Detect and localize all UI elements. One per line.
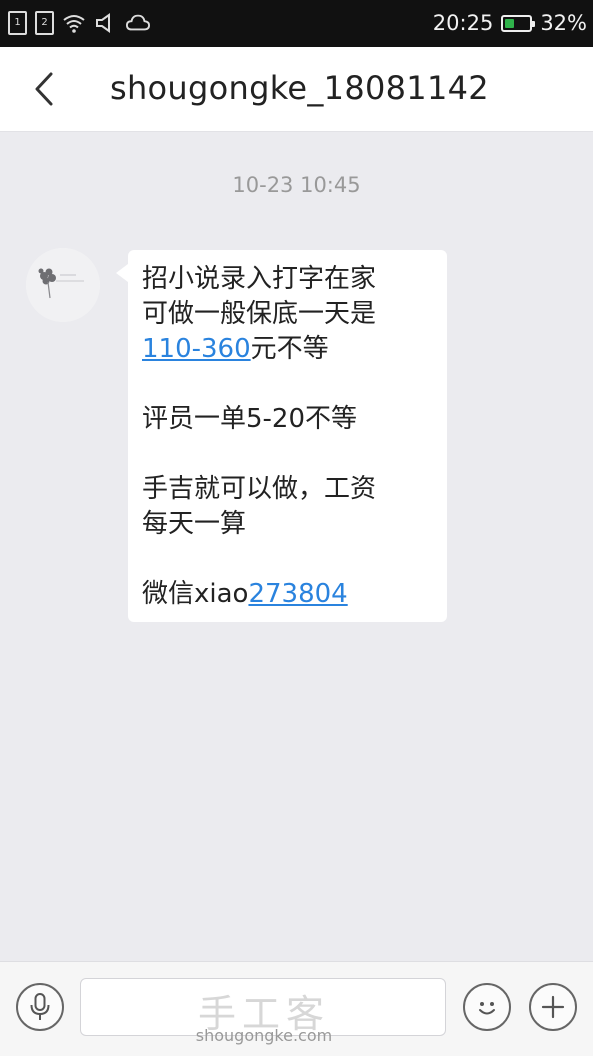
status-bar: 1 2 20:25 32%: [0, 0, 593, 47]
sim1-icon: 1: [8, 11, 27, 35]
status-left-icons: 1 2: [8, 10, 150, 36]
clock: 20:25: [432, 11, 494, 35]
battery-percent: 32%: [540, 11, 587, 35]
emoji-icon: [479, 1002, 495, 1015]
conversation-header: shougongke_18081142: [0, 47, 593, 132]
input-bar: 手工客 shougongke.com: [0, 961, 593, 1056]
battery-fill: [505, 18, 514, 28]
contact-title: shougongke_18081142: [110, 69, 489, 107]
avatar[interactable]: [26, 248, 100, 322]
message-line: 可做一般保底一天是: [142, 299, 377, 329]
emoji-button[interactable]: [463, 983, 511, 1031]
back-button[interactable]: [22, 67, 66, 111]
voice-button[interactable]: [16, 983, 64, 1031]
mute-icon: [94, 12, 118, 34]
message-line: 评员一单5-20不等: [142, 404, 358, 434]
message-text: 微信xiao: [142, 579, 249, 609]
sim2-icon: 2: [35, 11, 54, 35]
battery-icon: [501, 14, 536, 32]
watermark-logo: 手工客: [197, 992, 330, 1036]
message-bubble[interactable]: 招小说录入打字在家 可做一般保底一天是 110-360元不等 评员一单5-20不…: [116, 250, 447, 622]
microphone-icon: [30, 993, 50, 1020]
watermark-url: shougongke.com: [195, 1026, 333, 1045]
message-line: 每天一算: [142, 509, 247, 539]
cloud-icon: [126, 12, 150, 34]
add-attachment-button[interactable]: [529, 983, 577, 1031]
message-timestamp: 10-23 10:45: [232, 173, 361, 197]
status-right: 20:25 32%: [433, 8, 587, 38]
wifi-icon: [62, 12, 86, 34]
phone-number-link[interactable]: 110-360: [142, 334, 251, 364]
number-link[interactable]: 273804: [248, 579, 347, 609]
message-line: 手吉就可以做，工资: [142, 474, 377, 504]
message-line: 招小说录入打字在家: [142, 264, 377, 294]
message-input[interactable]: 手工客 shougongke.com: [80, 978, 446, 1045]
plus-icon: [541, 995, 565, 1019]
message-line: 微信xiao273804: [142, 577, 433, 612]
message-line: 110-360元不等: [142, 332, 433, 367]
avatar-image: [26, 248, 100, 322]
message-text: 元不等: [250, 334, 329, 364]
chevron-left-icon: [35, 72, 53, 106]
